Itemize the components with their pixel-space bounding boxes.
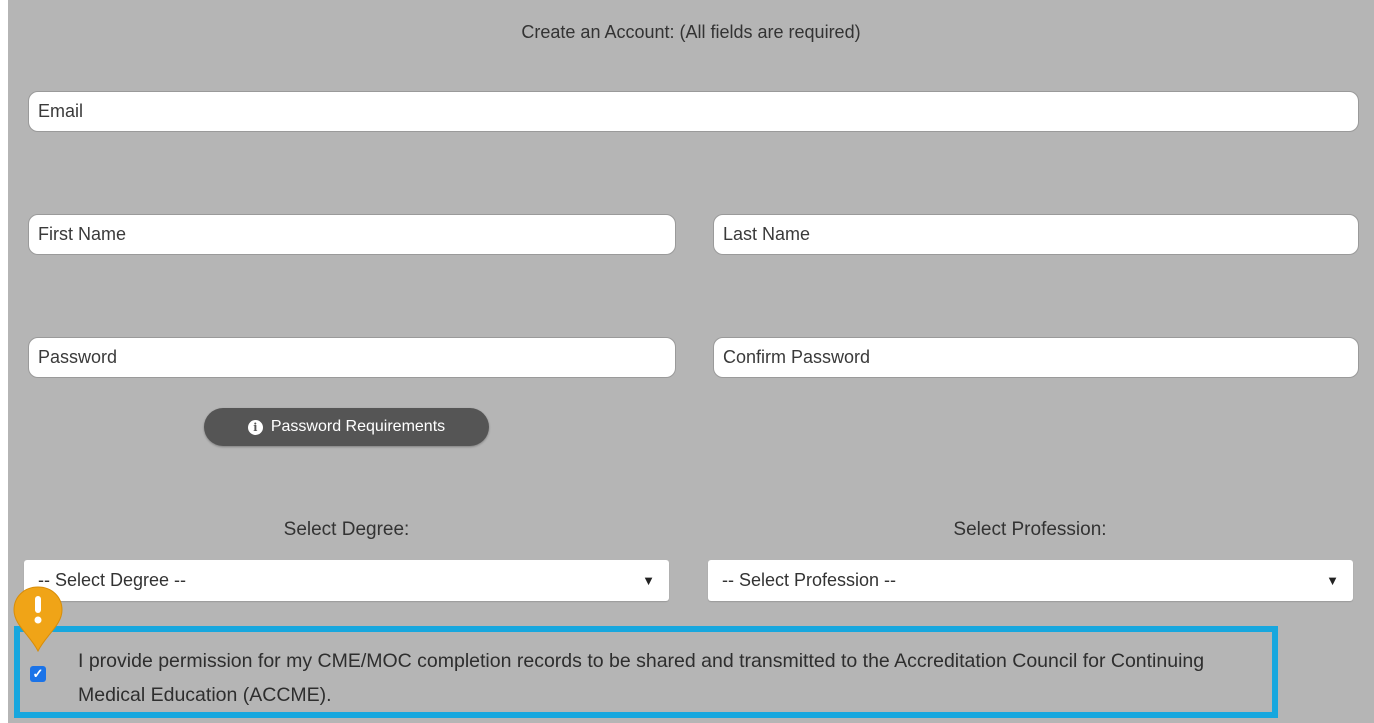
info-icon: i	[247, 419, 263, 435]
last-name-field[interactable]	[713, 214, 1359, 255]
dropdown-arrow-icon: ▼	[1326, 573, 1339, 588]
select-degree-label: Select Degree:	[283, 519, 410, 540]
exclamation-marker-icon	[13, 586, 63, 653]
consent-highlight-box: ✓ I provide permission for my CME/MOC co…	[14, 626, 1278, 718]
select-profession-label: Select Profession:	[953, 519, 1107, 540]
create-account-panel: Create an Account: (All fields are requi…	[8, 0, 1374, 723]
form-title: Create an Account: (All fields are requi…	[521, 22, 861, 42]
first-name-field[interactable]	[28, 214, 676, 255]
profession-select-value: -- Select Profession --	[722, 570, 897, 590]
profession-select[interactable]: -- Select Profession -- ▼	[708, 560, 1353, 601]
confirm-password-field[interactable]	[713, 337, 1359, 378]
consent-text: I provide permission for my CME/MOC comp…	[78, 650, 1205, 706]
degree-select[interactable]: -- Select Degree -- ▼	[24, 560, 669, 601]
degree-select-value: -- Select Degree --	[38, 570, 187, 590]
password-requirements-label: Password Requirements	[270, 418, 446, 435]
password-field[interactable]	[28, 337, 676, 378]
dropdown-arrow-icon: ▼	[642, 573, 655, 588]
consent-checkbox[interactable]: ✓	[30, 666, 46, 682]
password-requirements-button[interactable]: i Password Requirements	[204, 408, 489, 446]
email-field[interactable]	[28, 91, 1359, 132]
